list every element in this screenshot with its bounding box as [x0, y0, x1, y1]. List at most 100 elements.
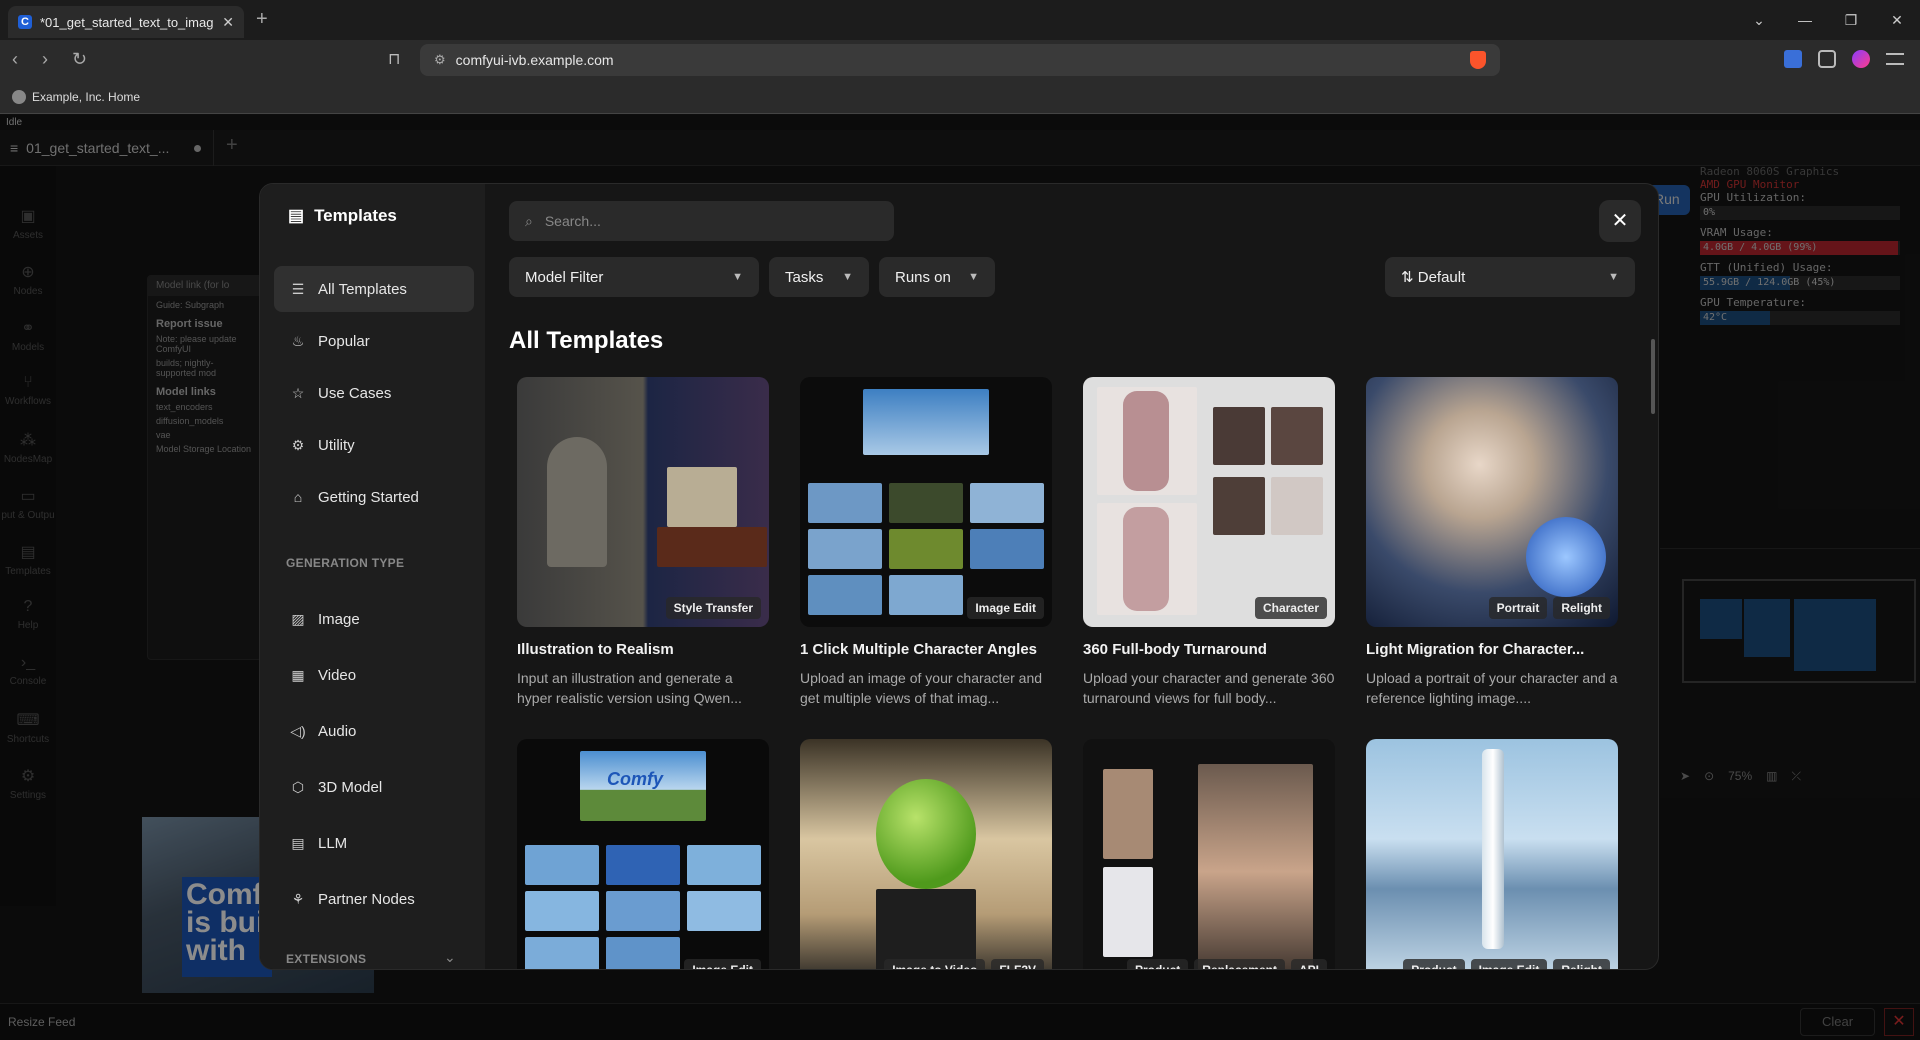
card-title: 1 Click Multiple Character Angles: [800, 641, 1038, 658]
tag-badge: Character: [1254, 597, 1327, 619]
address-text: comfyui-ivb.example.com: [455, 52, 614, 68]
search-icon: ⌕: [525, 212, 533, 229]
close-modal-button[interactable]: ✕: [1599, 200, 1641, 242]
nav-llm[interactable]: ▤ LLM: [274, 820, 474, 866]
card-title: Illustration to Realism: [517, 641, 674, 658]
tasks-dropdown[interactable]: Tasks ▼: [769, 257, 869, 297]
tag-badge: Product: [1403, 959, 1465, 969]
minimize-icon[interactable]: —: [1782, 12, 1828, 28]
nav-image[interactable]: ▨ Image: [274, 596, 474, 642]
templates-modal: ▤ Templates ☰ All Templates ♨ Popular ☆ Use…: [259, 183, 1659, 970]
bookmark-home[interactable]: Example, Inc. Home: [32, 90, 140, 104]
template-card[interactable]: Product Image Edit Relight: [1366, 739, 1618, 969]
image-icon: ▨: [291, 610, 305, 627]
tag-badge: API: [1290, 959, 1327, 969]
tag-badge: Portrait: [1488, 597, 1548, 619]
nav-partner-nodes[interactable]: ⚘ Partner Nodes: [274, 876, 474, 922]
card-description: Upload your character and generate 360 t…: [1083, 670, 1335, 706]
extensions-heading[interactable]: EXTENSIONS: [286, 952, 366, 966]
window-controls: ⌄ — ❐ ✕: [1736, 0, 1920, 40]
tag-badge: Image Edit: [684, 959, 761, 969]
reload-icon[interactable]: ↻: [72, 49, 87, 70]
site-settings-icon[interactable]: ⚙: [434, 52, 446, 68]
comfy-logo-text: Comfy: [607, 769, 664, 789]
generation-type-heading: GENERATION TYPE: [286, 556, 405, 570]
forward-icon[interactable]: ›: [42, 49, 48, 70]
model-filter-dropdown[interactable]: Model Filter ▼: [509, 257, 759, 297]
restore-icon[interactable]: ❐: [1828, 12, 1874, 29]
film-icon: ▦: [291, 666, 305, 683]
chevron-down-icon[interactable]: ⌄: [444, 949, 456, 966]
nav-3d-model[interactable]: ⬡ 3D Model: [274, 764, 474, 810]
chat-icon: ▤: [291, 834, 305, 851]
template-card[interactable]: Product Replacement API: [1083, 739, 1335, 969]
comfyui-favicon-icon: C: [18, 15, 32, 29]
sort-dropdown[interactable]: ⇅ Default ▼: [1385, 257, 1635, 297]
template-thumbnail: Comfy Image Edit: [517, 739, 769, 969]
template-thumbnail: Product Image Edit Relight: [1366, 739, 1618, 969]
nav-video[interactable]: ▦ Video: [274, 652, 474, 698]
chevron-down-icon: ▼: [968, 271, 979, 283]
new-tab-icon[interactable]: +: [256, 8, 268, 31]
star-icon: ☆: [291, 384, 305, 401]
template-card[interactable]: Image to Video FLF2V: [800, 739, 1052, 969]
template-card[interactable]: Image Edit 1 Click Multiple Character An…: [800, 377, 1052, 708]
extension-icon[interactable]: [1784, 50, 1802, 68]
tab-search-icon[interactable]: ⌄: [1736, 12, 1782, 29]
back-icon[interactable]: ‹: [12, 49, 18, 70]
template-thumbnail: Style Transfer: [517, 377, 769, 627]
modal-title: ▤ Templates: [288, 206, 397, 225]
graduation-icon: ⌂: [293, 489, 303, 505]
browser-tab-strip: C *01_get_started_text_to_image - ✕ + ⌄ …: [0, 0, 1920, 40]
close-window-icon[interactable]: ✕: [1874, 12, 1920, 29]
brave-shield-icon[interactable]: [1470, 51, 1486, 69]
partner-icon: ⚘: [291, 890, 305, 907]
template-thumbnail: Portrait Relight: [1366, 377, 1618, 627]
bookmark-icon[interactable]: ⊓: [388, 49, 400, 69]
templates-sidebar: ▤ Templates ☰ All Templates ♨ Popular ☆ Use…: [260, 184, 485, 969]
search-input[interactable]: ⌕ Search...: [509, 201, 894, 241]
list-icon: ☰: [291, 280, 305, 297]
menu-icon[interactable]: [1886, 53, 1904, 65]
card-description: Upload an image of your character and ge…: [800, 670, 1043, 706]
tag-badge: Style Transfer: [665, 597, 761, 619]
flame-icon: ♨: [291, 332, 305, 349]
templates-icon: ▤: [288, 206, 305, 225]
template-thumbnail: Image Edit: [800, 377, 1052, 627]
address-bar[interactable]: ⚙ comfyui-ivb.example.com: [420, 44, 1500, 76]
template-thumbnail: Character: [1083, 377, 1335, 627]
template-card[interactable]: Comfy Image Edit: [517, 739, 769, 969]
template-thumbnail: Image to Video FLF2V: [800, 739, 1052, 969]
tag-badge: Image Edit: [967, 597, 1044, 619]
tag-badge: Image to Video: [884, 959, 986, 969]
nav-audio[interactable]: ◁) Audio: [274, 708, 474, 754]
browser-toolbar: ‹ › ↻ ⊓ ⚙ comfyui-ivb.example.com: [0, 40, 1920, 80]
template-card[interactable]: Character 360 Full-body Turnaround Uploa…: [1083, 377, 1335, 708]
extension-icons: [1784, 50, 1904, 68]
section-title: All Templates: [509, 327, 664, 354]
nav-use-cases[interactable]: ☆ Use Cases: [274, 370, 474, 416]
tag-badge: Product: [1126, 959, 1189, 969]
card-description: Upload a portrait of your character and …: [1366, 670, 1618, 706]
tab-title: *01_get_started_text_to_image -: [40, 14, 215, 30]
card-title: Light Migration for Character...: [1366, 641, 1585, 658]
bookmarks-bar: Example, Inc. Home: [0, 80, 1920, 114]
runs-on-dropdown[interactable]: Runs on ▼: [879, 257, 995, 297]
search-placeholder: Search...: [544, 213, 601, 229]
browser-tab[interactable]: C *01_get_started_text_to_image - ✕: [8, 6, 244, 38]
scrollbar[interactable]: [1651, 339, 1655, 414]
leo-icon[interactable]: [1852, 50, 1870, 68]
chevron-down-icon: ▼: [842, 271, 853, 283]
tag-badge: FLF2V: [991, 959, 1044, 969]
template-thumbnail: Product Replacement API: [1083, 739, 1335, 969]
puzzle-icon[interactable]: [1818, 50, 1836, 68]
nav-all-templates[interactable]: ☰ All Templates: [274, 266, 474, 312]
nav-popular[interactable]: ♨ Popular: [274, 318, 474, 364]
template-card[interactable]: Portrait Relight Light Migration for Cha…: [1366, 377, 1618, 708]
template-card[interactable]: Style Transfer Illustration to Realism I…: [517, 377, 769, 708]
card-description: Input an illustration and generate a hyp…: [517, 670, 742, 706]
tab-close-icon[interactable]: ✕: [222, 14, 234, 31]
nav-utility[interactable]: ⚙ Utility: [274, 422, 474, 468]
nav-getting-started[interactable]: ⌂ Getting Started: [274, 474, 474, 520]
sort-label: ⇅ Default: [1401, 269, 1466, 286]
